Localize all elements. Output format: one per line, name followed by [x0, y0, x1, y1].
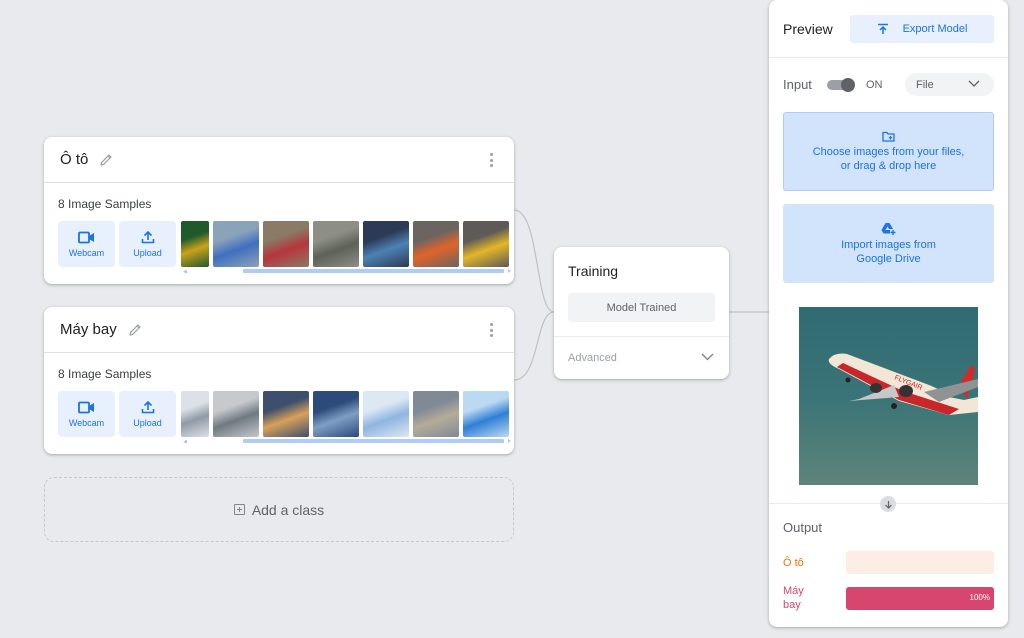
class-card-oto: Ô tô 8 Image Samples Webcam Upload ◀	[44, 137, 514, 284]
sample-thumbnail[interactable]	[263, 221, 309, 267]
pencil-icon[interactable]	[98, 152, 114, 168]
google-drive-import[interactable]: Import images from Google Drive	[783, 204, 994, 283]
class-header: Máy bay	[44, 307, 514, 353]
upload-icon	[141, 230, 154, 244]
sample-thumbnail[interactable]	[363, 221, 409, 267]
file-drop-line2: or drag & drop here	[840, 159, 937, 172]
class-name[interactable]: Ô tô	[60, 151, 88, 168]
upload-button[interactable]: Upload	[119, 221, 176, 267]
more-options-icon[interactable]	[490, 153, 494, 167]
class-card-may-bay: Máy bay 8 Image Samples Webcam Upload ◀	[44, 307, 514, 454]
google-drive-add-icon	[881, 222, 896, 235]
thumbnail-scrollbar[interactable]: ◀	[181, 438, 511, 445]
webcam-button[interactable]: Webcam	[58, 221, 115, 267]
connector-class1-training	[513, 209, 555, 313]
add-class-button[interactable]: Add a class	[44, 477, 514, 542]
drive-line2: Google Drive	[856, 252, 921, 265]
upload-icon	[141, 400, 154, 414]
airplane-photo: FLYGAIR	[828, 353, 978, 415]
upload-label: Upload	[133, 248, 162, 258]
class-name[interactable]: Máy bay	[60, 321, 117, 338]
sample-thumbnail[interactable]	[313, 391, 359, 437]
output-label-oto: Ô tô	[783, 556, 804, 570]
pencil-icon[interactable]	[127, 322, 143, 338]
sample-thumbnail[interactable]	[463, 391, 509, 437]
file-drop-line1: Choose images from your files,	[812, 145, 965, 158]
upload-label: Upload	[133, 418, 162, 428]
training-title: Training	[568, 263, 619, 279]
class-header: Ô tô	[44, 137, 514, 183]
divider	[554, 336, 729, 337]
samples-count: 8 Image Samples	[58, 367, 152, 381]
webcam-label: Webcam	[68, 417, 105, 428]
advanced-label[interactable]: Advanced	[568, 352, 617, 364]
chevron-down-icon[interactable]	[701, 353, 714, 361]
sample-thumbnails[interactable]	[181, 221, 511, 267]
preview-panel: Preview Export Model Input ON File Choos…	[769, 0, 1008, 627]
sample-thumbnail[interactable]	[413, 391, 459, 437]
drive-line1: Import images from	[841, 238, 936, 251]
webcam-icon	[78, 401, 94, 413]
sample-thumbnail[interactable]	[181, 221, 209, 267]
sample-thumbnail[interactable]	[463, 221, 509, 267]
webcam-label: Webcam	[68, 247, 105, 258]
export-label: Export Model	[902, 23, 968, 35]
arrow-down-icon[interactable]	[880, 496, 896, 512]
export-icon	[877, 23, 888, 34]
folder-add-icon	[882, 131, 895, 142]
output-percent: 100%	[969, 593, 990, 602]
webcam-button[interactable]: Webcam	[58, 391, 115, 437]
sample-thumbnail[interactable]	[181, 391, 209, 437]
samples-count: 8 Image Samples	[58, 197, 152, 211]
export-model-button[interactable]: Export Model	[850, 15, 994, 43]
input-label: Input	[783, 77, 812, 92]
divider	[769, 57, 1008, 58]
file-drop-zone[interactable]: Choose images from your files, or drag &…	[783, 112, 994, 191]
sample-thumbnails[interactable]	[181, 391, 511, 437]
input-toggle[interactable]	[827, 78, 855, 92]
sample-thumbnail[interactable]	[213, 391, 259, 437]
sample-thumbnail[interactable]	[213, 221, 259, 267]
sample-thumbnail[interactable]	[413, 221, 459, 267]
add-class-label: Add a class	[251, 501, 325, 518]
train-model-button[interactable]: Model Trained	[568, 293, 715, 322]
chevron-down-icon	[968, 80, 980, 87]
sample-thumbnail[interactable]	[363, 391, 409, 437]
preview-image: FLYGAIR	[799, 307, 978, 485]
connector-class2-training	[513, 311, 555, 381]
webcam-icon	[78, 231, 94, 243]
preview-title: Preview	[783, 21, 833, 37]
output-label-line2: bay	[783, 599, 801, 611]
training-card: Training Model Trained Advanced	[554, 247, 729, 379]
sample-thumbnail[interactable]	[313, 221, 359, 267]
output-bar-oto	[846, 551, 994, 574]
input-source-select[interactable]: File	[905, 73, 994, 96]
output-label-line1: Máy	[783, 585, 804, 597]
output-title: Output	[783, 520, 823, 535]
output-bar-may-bay: 100%	[846, 587, 994, 610]
thumbnail-scrollbar[interactable]: ◀	[181, 268, 511, 275]
output-label-may-bay: Máy bay	[783, 584, 804, 612]
input-source-value: File	[916, 78, 934, 91]
add-box-icon	[233, 504, 245, 515]
more-options-icon[interactable]	[490, 323, 494, 337]
sample-thumbnail[interactable]	[263, 391, 309, 437]
toggle-state: ON	[866, 79, 883, 91]
upload-button[interactable]: Upload	[119, 391, 176, 437]
output-label-line1: Ô tô	[783, 557, 804, 569]
